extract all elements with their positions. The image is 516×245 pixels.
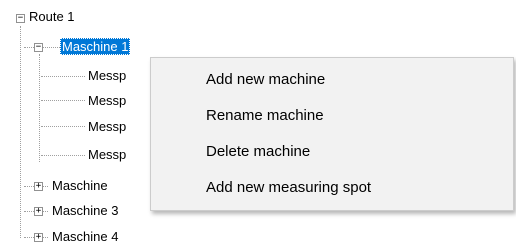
expand-machine-3-icon[interactable]: + xyxy=(34,207,43,216)
menu-item-delete-machine[interactable]: Delete machine xyxy=(151,134,513,170)
menu-item-rename-machine[interactable]: Rename machine xyxy=(151,98,513,134)
tree-guide-line xyxy=(41,155,85,156)
expand-machine-4-icon[interactable]: + xyxy=(34,233,43,242)
menu-item-add-machine[interactable]: Add new machine xyxy=(151,62,513,98)
tree-guide-line xyxy=(41,76,85,77)
tree-guide-line xyxy=(41,126,85,127)
collapse-route-1-icon[interactable]: − xyxy=(16,14,25,23)
tree-node-machine-1[interactable]: Maschine 1 xyxy=(60,38,131,55)
tree-guide-line xyxy=(41,100,85,101)
tree-node-measuring-spot[interactable]: Messp xyxy=(86,146,128,163)
tree-node-measuring-spot[interactable]: Messp xyxy=(86,92,128,109)
tree-guide-line xyxy=(20,26,21,238)
menu-item-add-measuring-spot[interactable]: Add new measuring spot xyxy=(151,170,513,206)
tree-node-machine-4[interactable]: Maschine 4 xyxy=(50,228,120,245)
tree-node-machine-2[interactable]: Maschine xyxy=(50,177,110,194)
tree-node-route[interactable]: Route 1 xyxy=(27,8,77,25)
collapse-machine-1-icon[interactable]: − xyxy=(34,43,43,52)
expand-machine-2-icon[interactable]: + xyxy=(34,182,43,191)
context-menu: Add new machine Rename machine Delete ma… xyxy=(150,57,514,211)
tree-node-machine-3[interactable]: Maschine 3 xyxy=(50,202,120,219)
tree-guide-line xyxy=(39,54,40,162)
tree-node-measuring-spot[interactable]: Messp xyxy=(86,118,128,135)
tree-node-measuring-spot[interactable]: Messp xyxy=(86,67,128,84)
